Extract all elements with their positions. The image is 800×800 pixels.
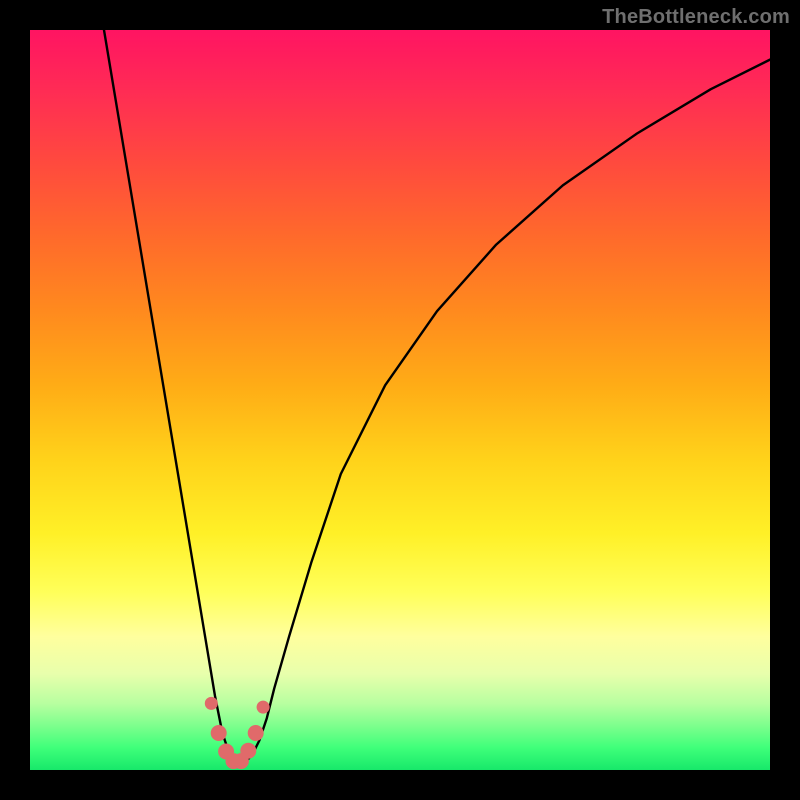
plot-area: [30, 30, 770, 770]
chart-frame: TheBottleneck.com: [0, 0, 800, 800]
watermark-text: TheBottleneck.com: [602, 6, 790, 29]
marker-point: [240, 743, 256, 759]
marker-point: [205, 697, 218, 710]
highlight-markers: [205, 697, 270, 769]
marker-point: [211, 725, 227, 741]
chart-svg: [30, 30, 770, 770]
bottleneck-curve: [104, 30, 770, 763]
marker-point: [248, 725, 264, 741]
marker-point: [257, 701, 270, 714]
